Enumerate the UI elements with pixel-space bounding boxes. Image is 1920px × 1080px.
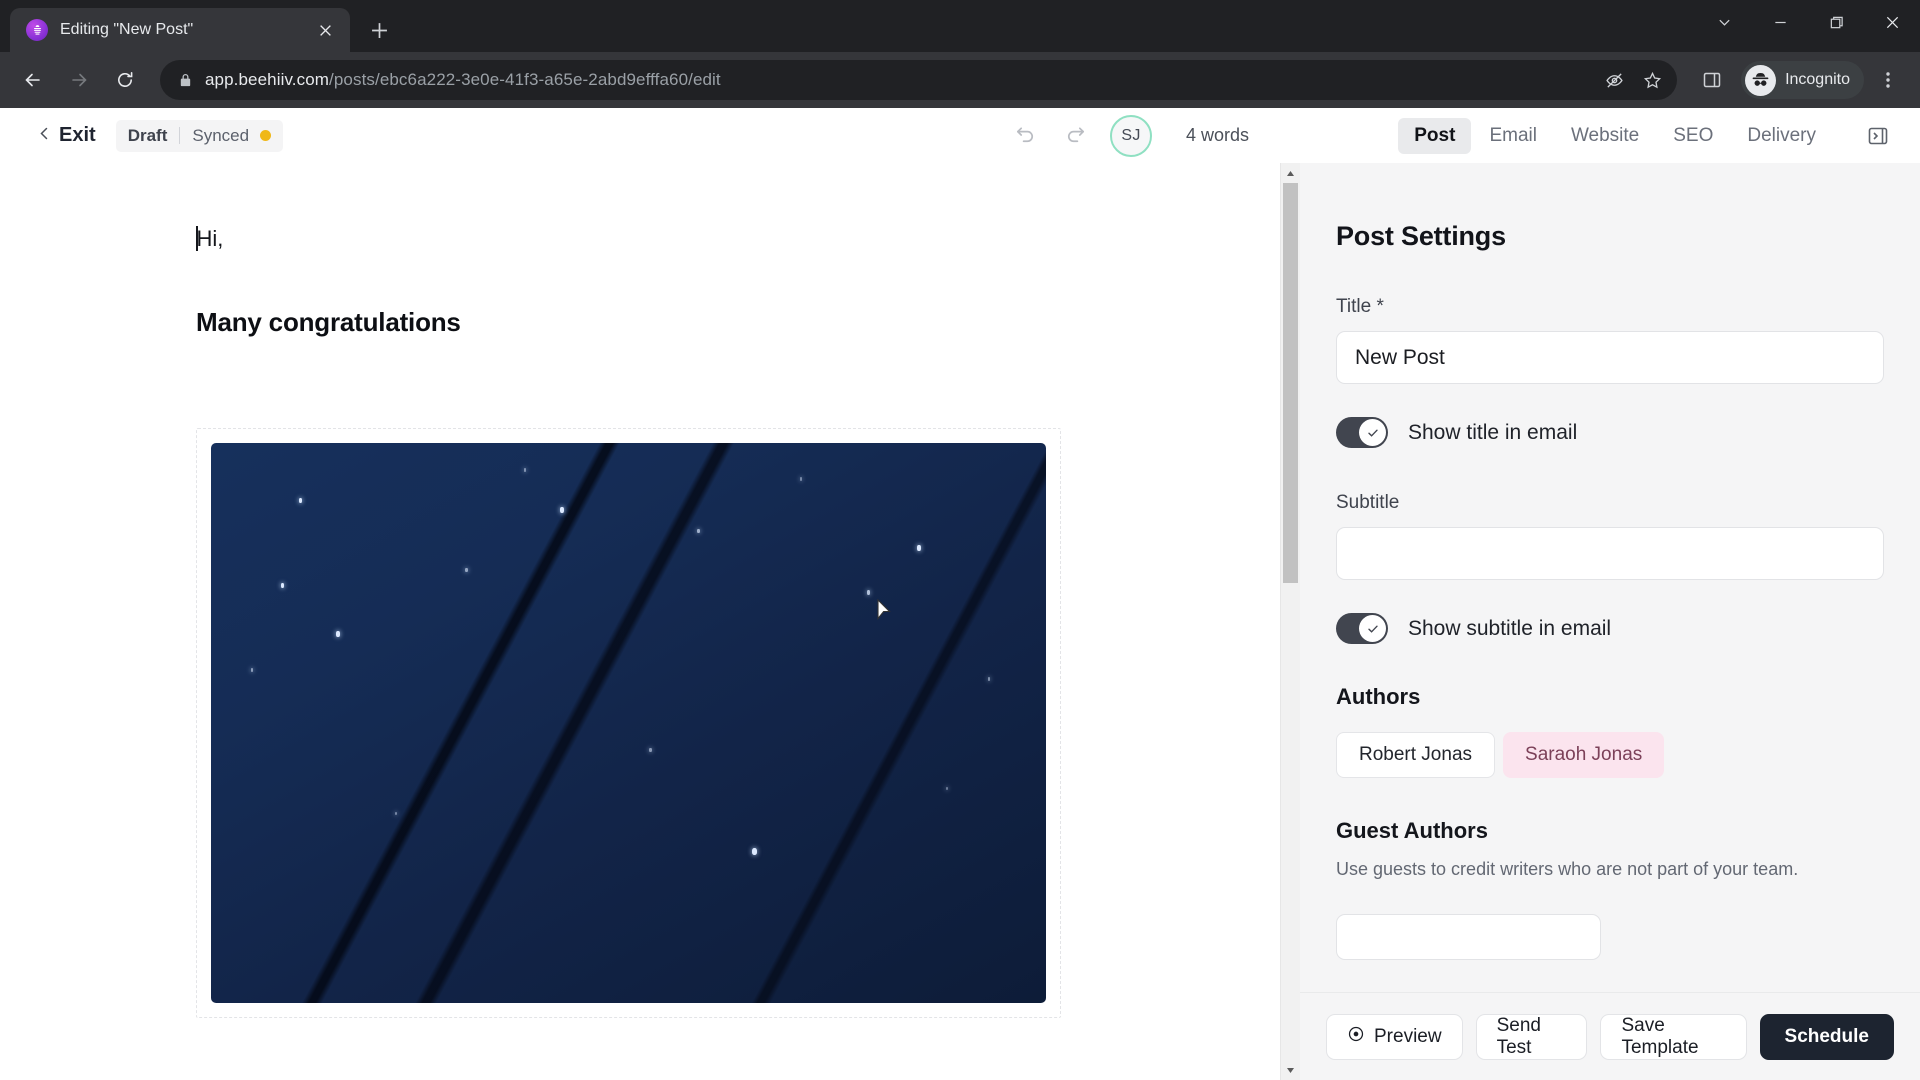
redo-icon[interactable] [1060, 121, 1090, 151]
title-input[interactable]: New Post [1336, 331, 1884, 384]
eye-slash-icon[interactable] [1597, 63, 1631, 97]
panel-tabs: Post Email Website SEO Delivery [1398, 116, 1920, 156]
editor-body: Hi, Many congratulations Post Settings T… [0, 163, 1920, 1080]
omnibox-icons [1597, 63, 1669, 97]
new-tab-icon[interactable] [360, 11, 398, 49]
avatar[interactable]: SJ [1110, 114, 1152, 157]
status-badge: Draft Synced [115, 119, 284, 152]
chevron-left-icon [38, 127, 51, 145]
guest-authors-heading: Guest Authors [1336, 818, 1488, 843]
scrollbar-track[interactable] [1281, 183, 1301, 1060]
incognito-icon [1745, 64, 1777, 96]
eye-icon [1347, 1025, 1365, 1049]
document-canvas[interactable]: Hi, Many congratulations [0, 163, 1280, 1080]
save-template-button[interactable]: Save Template [1600, 1013, 1747, 1060]
tab-title: Editing "New Post" [60, 21, 194, 38]
browser-window: Editing "New Post" app.beehiiv.com/posts… [0, 0, 1920, 1080]
panel-collapse-icon[interactable] [1858, 116, 1898, 156]
paragraph-text: Hi, [196, 226, 224, 251]
status-dot [260, 130, 272, 141]
show-subtitle-toggle[interactable] [1336, 613, 1388, 644]
maximize-icon[interactable] [1808, 0, 1864, 44]
tab-delivery[interactable]: Delivery [1731, 118, 1832, 154]
panel-action-bar: Preview Send Test Save Template Schedule [1300, 992, 1920, 1080]
guest-author-input[interactable] [1336, 914, 1601, 960]
author-chip[interactable]: Saraoh Jonas [1503, 732, 1665, 778]
close-icon[interactable] [312, 17, 338, 43]
tab-seo[interactable]: SEO [1657, 118, 1729, 154]
reload-icon[interactable] [104, 59, 146, 101]
star-icon[interactable] [1635, 63, 1669, 97]
show-subtitle-toggle-label: Show subtitle in email [1408, 616, 1612, 640]
page-title: Post Settings [1336, 221, 1506, 251]
scroll-down-arrow-icon[interactable] [1280, 1060, 1301, 1080]
schedule-button[interactable]: Schedule [1759, 1013, 1894, 1060]
exit-label: Exit [59, 124, 96, 146]
editor-scrollbar[interactable] [1280, 163, 1301, 1080]
scroll-up-arrow-icon[interactable] [1280, 163, 1301, 183]
browser-toolbar: app.beehiiv.com/posts/ebc6a222-3e0e-41f3… [0, 52, 1920, 108]
toggle-knob [1359, 419, 1386, 446]
word-count: 4 words [1186, 125, 1250, 145]
back-arrow-icon[interactable] [12, 59, 54, 101]
tab-strip: Editing "New Post" [0, 0, 1920, 52]
url-path: /posts/ebc6a222-3e0e-41f3-a65e-2abd9efff… [329, 70, 721, 89]
scrollbar-thumb[interactable] [1282, 183, 1298, 583]
subtitle-input[interactable] [1336, 527, 1884, 580]
beehiiv-app: Exit Draft Synced SJ 4 words Post Email … [0, 108, 1920, 1080]
url-domain: app.beehiiv.com [205, 70, 330, 89]
exit-button[interactable]: Exit [0, 124, 96, 147]
status-draft: Draft [127, 125, 168, 145]
show-subtitle-in-email-row[interactable]: Show subtitle in email [1336, 613, 1884, 644]
night-sky-with-stars [211, 442, 1046, 1003]
panel-scroll-area[interactable]: Post Settings Title * New Post Show titl… [1300, 163, 1920, 992]
toolbar-right: Incognito [1691, 59, 1908, 101]
window-controls [1696, 0, 1920, 44]
editor-center-tools: SJ 4 words [1010, 114, 1250, 157]
profile-label: Incognito [1785, 71, 1850, 88]
side-panel-icon[interactable] [1691, 59, 1733, 101]
beehiiv-logo-icon [26, 19, 48, 41]
show-title-toggle[interactable] [1336, 417, 1388, 448]
image-block[interactable] [196, 427, 1061, 1018]
guest-authors-description: Use guests to credit writers who are not… [1336, 859, 1799, 879]
tab-email[interactable]: Email [1473, 118, 1553, 154]
authors-heading: Authors [1336, 684, 1421, 709]
forward-arrow-icon [58, 59, 100, 101]
editor-app-bar: Exit Draft Synced SJ 4 words Post Email … [0, 108, 1920, 163]
editor-paragraph[interactable]: Hi, [196, 223, 1056, 255]
preview-button[interactable]: Preview [1326, 1013, 1463, 1060]
tab-post[interactable]: Post [1398, 117, 1472, 154]
subtitle-field-label: Subtitle [1336, 492, 1400, 513]
kebab-menu-icon[interactable] [1868, 60, 1908, 100]
editor-heading[interactable]: Many congratulations [196, 307, 1056, 338]
url-text: app.beehiiv.com/posts/ebc6a222-3e0e-41f3… [205, 70, 1585, 90]
tab-website[interactable]: Website [1555, 118, 1655, 154]
address-bar[interactable]: app.beehiiv.com/posts/ebc6a222-3e0e-41f3… [160, 60, 1678, 100]
avatar-initials: SJ [1121, 126, 1141, 144]
document: Hi, Many congratulations [196, 223, 1061, 1018]
preview-label: Preview [1374, 1025, 1442, 1047]
profile-incognito-button[interactable]: Incognito [1741, 61, 1864, 99]
show-title-toggle-label: Show title in email [1408, 420, 1578, 444]
send-test-button[interactable]: Send Test [1475, 1013, 1588, 1060]
lock-icon [178, 73, 193, 88]
toggle-knob [1359, 615, 1386, 642]
title-field-label: Title * [1336, 296, 1384, 317]
status-divider [179, 127, 181, 144]
post-settings-panel: Post Settings Title * New Post Show titl… [1300, 163, 1920, 1080]
author-chip[interactable]: Robert Jonas [1336, 732, 1496, 778]
minimize-icon[interactable] [1752, 0, 1808, 44]
chevron-down-icon[interactable] [1696, 0, 1752, 44]
authors-chip-list: Robert Jonas Saraoh Jonas [1336, 732, 1884, 778]
browser-tab[interactable]: Editing "New Post" [10, 8, 350, 52]
show-title-in-email-row[interactable]: Show title in email [1336, 417, 1884, 448]
close-icon[interactable] [1864, 0, 1920, 44]
editor-pane: Hi, Many congratulations [0, 163, 1301, 1080]
status-sync: Synced [192, 125, 250, 145]
undo-icon[interactable] [1010, 121, 1040, 151]
